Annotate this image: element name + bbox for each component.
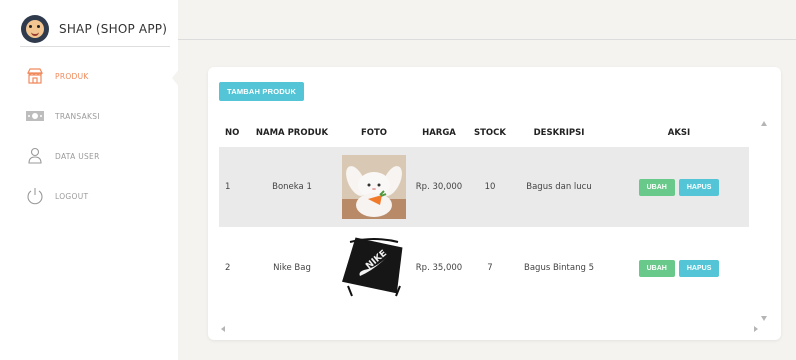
user-icon <box>25 146 45 166</box>
sidebar-item-label: DATA USER <box>55 151 100 161</box>
plush-bunny-image <box>341 154 407 220</box>
brand-logo-icon <box>21 14 49 43</box>
header-description: DESKRIPSI <box>533 128 585 138</box>
row-stock: 7 <box>487 263 493 273</box>
header-photo: FOTO <box>360 128 388 138</box>
row-name: Nike Bag <box>273 263 311 273</box>
row-description: Bagus Bintang 5 <box>524 263 594 273</box>
row-no: 2 <box>225 263 231 273</box>
sidebar-item-label: PRODUK <box>55 71 89 81</box>
delete-button[interactable]: HAPUS <box>678 259 720 277</box>
delete-button[interactable]: HAPUS <box>678 178 720 196</box>
money-icon <box>25 106 45 126</box>
shop-icon <box>25 66 45 86</box>
power-icon <box>25 186 45 206</box>
row-stock: 10 <box>484 182 496 192</box>
horizontal-scrollbar[interactable] <box>219 323 764 335</box>
row-actions: UBAH HAPUS <box>609 178 749 196</box>
table-header: NO NAMA PRODUK FOTO HARGA STOCK DESKRIPS… <box>219 121 749 145</box>
table-row: 1 Boneka 1 Rp. 30,000 10 Bagus dan lucu … <box>219 147 749 227</box>
row-name: Boneka 1 <box>272 182 312 192</box>
add-product-button[interactable]: TAMBAH PRODUK <box>219 82 305 101</box>
row-photo <box>341 154 407 220</box>
brand[interactable]: SHAP (SHOP APP) <box>20 14 170 47</box>
scroll-down-arrow-icon[interactable] <box>761 316 767 321</box>
sidebar-menu: PRODUK TRANSAKSI DATA USER LOGOUT <box>25 66 100 226</box>
scroll-up-arrow-icon[interactable] <box>761 121 767 126</box>
edit-button[interactable]: UBAH <box>638 178 675 196</box>
scroll-left-arrow-icon[interactable] <box>221 326 225 332</box>
header-actions: AKSI <box>667 128 691 138</box>
header-name: NAMA PRODUK <box>255 128 329 138</box>
row-actions: UBAH HAPUS <box>609 259 749 277</box>
nike-bag-image: NIKE <box>341 235 407 301</box>
sidebar-item-label: TRANSAKSI <box>55 111 100 121</box>
sidebar-item-logout[interactable]: LOGOUT <box>25 186 100 206</box>
top-navbar <box>178 0 796 40</box>
edit-button[interactable]: UBAH <box>638 259 675 277</box>
header-stock: STOCK <box>474 128 506 138</box>
row-no: 1 <box>225 182 231 192</box>
brand-title: SHAP (SHOP APP) <box>59 21 168 36</box>
active-indicator <box>172 68 180 88</box>
table-row: 2 Nike Bag NIKE Rp. 35,000 7 Bagus Binta… <box>219 227 749 309</box>
row-price: Rp. 35,000 <box>415 263 463 273</box>
row-description: Bagus dan lucu <box>526 182 592 192</box>
row-photo: NIKE <box>341 235 407 301</box>
sidebar-item-transaksi[interactable]: TRANSAKSI <box>25 106 100 126</box>
row-price: Rp. 30,000 <box>415 182 463 192</box>
product-card: TAMBAH PRODUK NO NAMA PRODUK FOTO HARGA … <box>208 67 781 340</box>
sidebar: SHAP (SHOP APP) PRODUK TRANSAKSI DATA US… <box>0 0 178 360</box>
vertical-scrollbar[interactable] <box>759 121 771 321</box>
sidebar-item-produk[interactable]: PRODUK <box>25 66 100 86</box>
scroll-right-arrow-icon[interactable] <box>754 326 758 332</box>
sidebar-item-label: LOGOUT <box>55 191 89 201</box>
header-price: HARGA <box>422 128 456 138</box>
sidebar-item-data-user[interactable]: DATA USER <box>25 146 100 166</box>
header-no: NO <box>225 128 240 138</box>
